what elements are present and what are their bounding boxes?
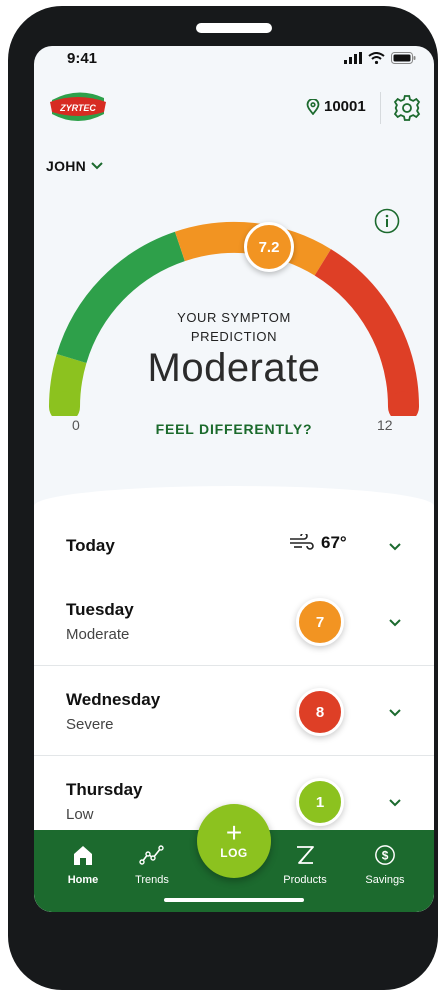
temperature: 67° xyxy=(321,533,347,552)
header-divider xyxy=(380,92,381,124)
chevron-down-icon xyxy=(389,619,401,627)
weather-summary: 67° xyxy=(288,533,347,553)
day-name: Wednesday xyxy=(66,690,161,709)
svg-text:$: $ xyxy=(382,849,389,863)
nav-label: Trends xyxy=(135,874,169,886)
nav-label: Home xyxy=(67,874,99,886)
nav-label: Products xyxy=(283,874,327,886)
nav-products[interactable]: Products xyxy=(270,844,340,886)
profile-selector[interactable]: JOHN xyxy=(46,158,104,174)
day-score-badge: 7 xyxy=(296,598,344,646)
zyrtec-logo-mark: ZYRTEC xyxy=(50,92,106,121)
log-button[interactable]: + LOG xyxy=(197,804,271,878)
status-time: 9:41 xyxy=(67,50,98,67)
gear-icon xyxy=(393,95,421,121)
chevron-down-icon xyxy=(389,799,401,807)
day-level: Low xyxy=(66,806,94,823)
location-pin-icon xyxy=(306,98,320,115)
speaker-bar xyxy=(196,23,272,33)
prediction-label-line1: YOUR SYMPTOM xyxy=(177,310,291,325)
day-level: Moderate xyxy=(66,626,130,643)
chevron-down-icon xyxy=(389,709,401,717)
chevron-down-icon xyxy=(389,543,401,551)
gauge-score-badge: 7.2 xyxy=(244,222,294,272)
dollar-icon: $ xyxy=(375,845,395,865)
nav-label: Savings xyxy=(365,874,405,886)
plus-icon: + xyxy=(225,817,243,848)
location-zip[interactable]: 10001 xyxy=(306,98,366,115)
day-score-badge: 1 xyxy=(296,778,344,826)
home-indicator xyxy=(164,898,304,902)
prediction-label: YOUR SYMPTOM PREDICTION xyxy=(134,308,334,346)
day-name: Tuesday xyxy=(66,600,134,619)
prediction-label-line2: PREDICTION xyxy=(190,329,278,344)
wind-icon xyxy=(290,534,314,550)
home-icon xyxy=(74,846,92,865)
signal-icon xyxy=(344,52,362,64)
feel-differently-link[interactable]: FEEL DIFFERENTLY? xyxy=(114,421,354,437)
zyrtec-logo: ZYRTEC xyxy=(48,90,108,129)
gauge-min-label: 0 xyxy=(72,417,80,433)
trends-icon xyxy=(139,845,164,865)
phone-frame: 9:41 ZYRTEC 10001 JOHN 7.2 YOUR SYMPTOM … xyxy=(8,6,438,990)
nav-savings[interactable]: $ Savings xyxy=(350,844,420,886)
day-name: Thursday xyxy=(66,780,143,799)
status-icons xyxy=(344,52,416,64)
app-screen: 9:41 ZYRTEC 10001 JOHN 7.2 YOUR SYMPTOM … xyxy=(34,46,434,912)
log-label: LOG xyxy=(220,846,248,860)
zip-code: 10001 xyxy=(324,98,366,115)
brand-name: ZYRTEC xyxy=(59,103,96,113)
z-products-icon xyxy=(297,846,314,864)
forecast-row-tuesday[interactable]: Tuesday Moderate 7 xyxy=(34,576,434,666)
profile-name: JOHN xyxy=(46,158,87,174)
nav-trends[interactable]: Trends xyxy=(117,844,187,886)
day-level: Severe xyxy=(66,716,114,733)
nav-home[interactable]: Home xyxy=(48,844,118,886)
forecast-row-wednesday[interactable]: Wednesday Severe 8 xyxy=(34,666,434,756)
day-name: Today xyxy=(66,536,115,555)
settings-button[interactable] xyxy=(393,94,421,127)
chevron-down-icon xyxy=(91,162,103,170)
gauge-max-label: 12 xyxy=(377,417,393,433)
day-score-badge: 8 xyxy=(296,688,344,736)
battery-icon xyxy=(391,52,416,64)
wifi-icon xyxy=(368,52,385,64)
status-bar: 9:41 xyxy=(34,46,434,76)
prediction-level: Moderate xyxy=(147,346,321,390)
